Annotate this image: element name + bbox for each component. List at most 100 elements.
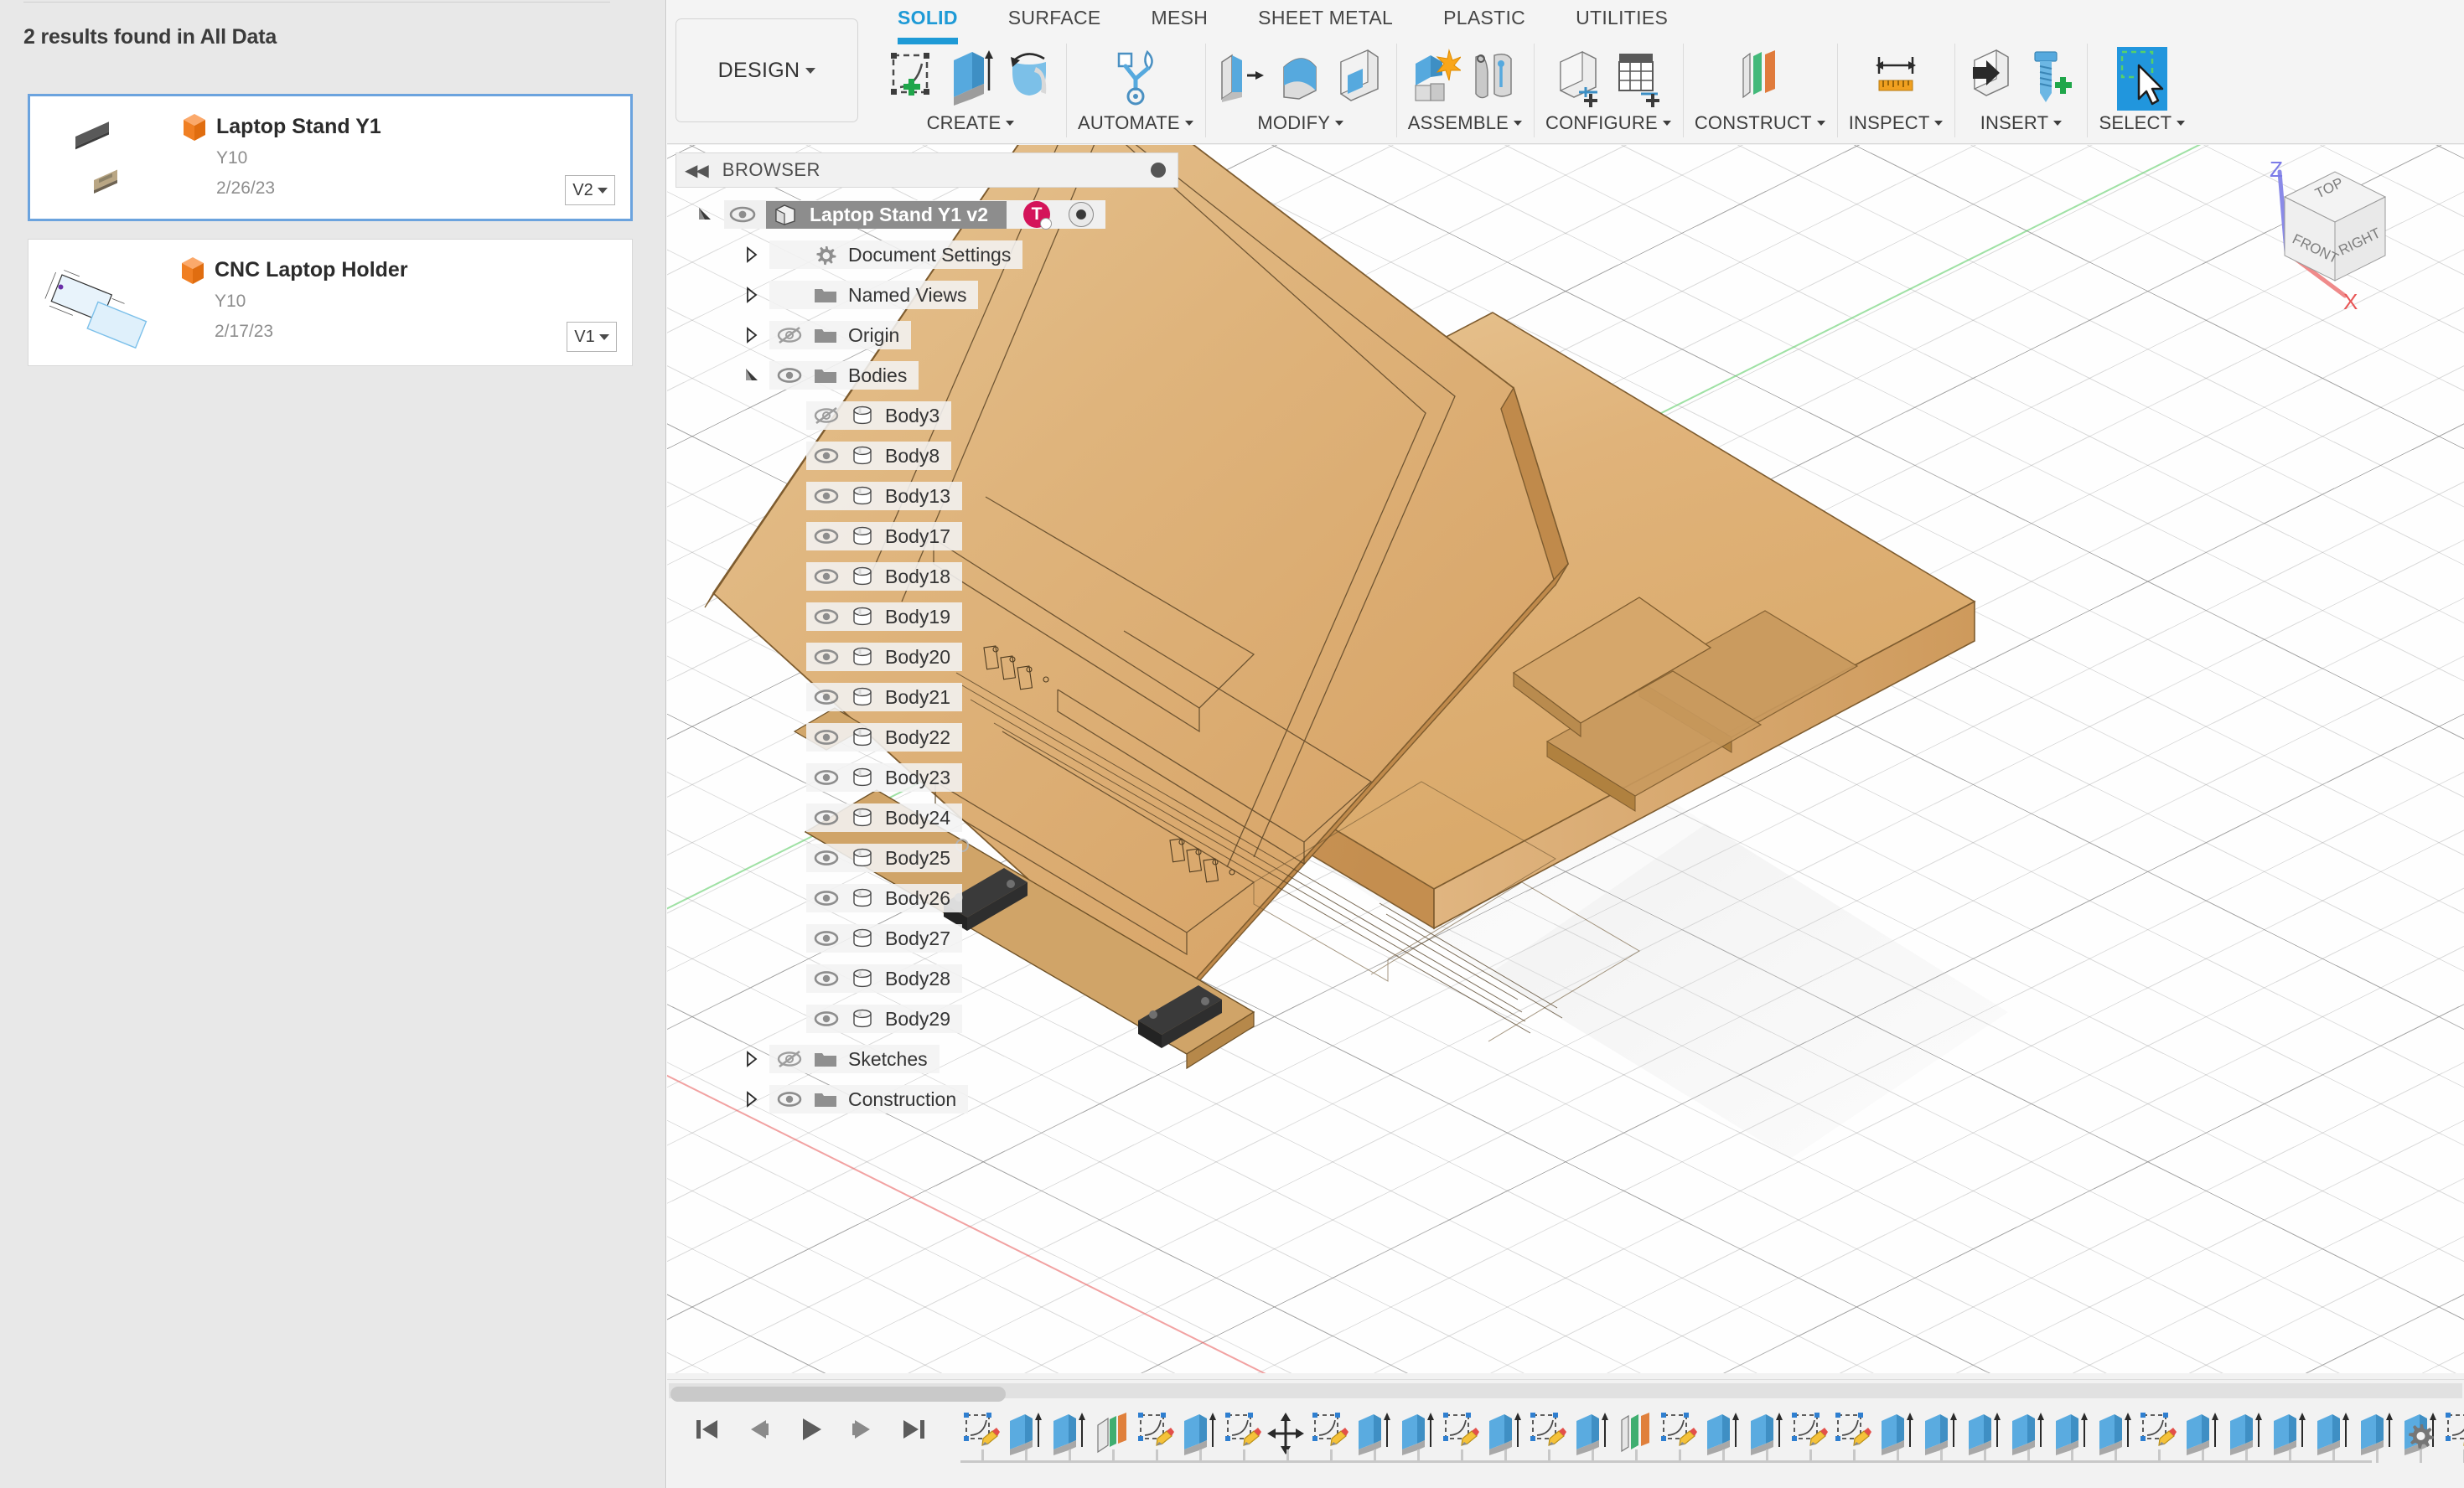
tree-row-chip[interactable]: Construction: [769, 1085, 969, 1113]
tree-row-chip[interactable]: Body22: [806, 723, 963, 752]
tree-row-chip[interactable]: Body23: [806, 763, 963, 792]
extrude-icon[interactable]: [945, 47, 996, 111]
step-back-button[interactable]: [744, 1415, 773, 1448]
shell-icon[interactable]: [1334, 47, 1385, 111]
timeline-feature-track[interactable]: [960, 1410, 2464, 1472]
visibility-eye-icon[interactable]: [813, 929, 840, 948]
search-result-card-laptop-stand-y1[interactable]: Laptop Stand Y1 Y10 2/26/23 V2: [28, 94, 633, 221]
new-component-icon[interactable]: [1411, 47, 1462, 111]
timeline-settings-gear-icon[interactable]: [2405, 1420, 2436, 1454]
visibility-eye-icon[interactable]: [813, 969, 840, 988]
press-pull-icon[interactable]: [1217, 47, 1267, 111]
timeline-scrollbar-track[interactable]: [669, 1383, 2462, 1402]
tree-row-chip[interactable]: Body29: [806, 1005, 963, 1033]
tab-mesh[interactable]: MESH: [1126, 0, 1234, 34]
tree-node-body3[interactable]: Body3: [667, 395, 1187, 436]
tree-row-chip[interactable]: Body17: [806, 522, 963, 550]
visibility-eye-icon[interactable]: [813, 527, 840, 545]
tree-row-chip[interactable]: Body3: [806, 401, 952, 430]
timeline-marker-badge[interactable]: T: [1023, 201, 1053, 230]
visibility-eye-icon[interactable]: [813, 809, 840, 827]
tree-node-body22[interactable]: Body22: [667, 717, 1187, 757]
tree-row-chip[interactable]: Body13: [806, 482, 963, 510]
root-component-row[interactable]: Laptop Stand Y1 v2: [766, 200, 1007, 229]
tree-node-document-settings[interactable]: Document Settings: [667, 235, 1187, 275]
visibility-eye-icon[interactable]: [729, 205, 756, 224]
insert-derive-icon[interactable]: [1966, 47, 2016, 111]
timeline-feature-sketch-34[interactable]: [2442, 1410, 2464, 1457]
tree-row-chip[interactable]: Sketches: [769, 1045, 940, 1073]
skip-to-end-button[interactable]: [900, 1415, 929, 1448]
tree-row-chip[interactable]: Body8: [806, 442, 952, 470]
twisty-collapsed-icon[interactable]: [743, 245, 761, 264]
activate-component-radio[interactable]: [1069, 202, 1095, 227]
play-button[interactable]: [796, 1415, 825, 1448]
tab-sheet-metal[interactable]: SHEET METAL: [1233, 0, 1418, 34]
ribbon-group-label-modify[interactable]: MODIFY: [1257, 112, 1344, 134]
tree-row-chip[interactable]: Origin: [769, 321, 912, 349]
tab-plastic[interactable]: PLASTIC: [1418, 0, 1550, 34]
ribbon-group-label-create[interactable]: CREATE: [927, 112, 1015, 134]
tree-node-named-views[interactable]: Named Views: [667, 275, 1187, 315]
tree-node-body20[interactable]: Body20: [667, 637, 1187, 677]
joint-icon[interactable]: [1469, 47, 1519, 111]
tree-row-chip[interactable]: Named Views: [769, 281, 979, 309]
tree-node-body17[interactable]: Body17: [667, 516, 1187, 556]
visibility-eye-off-icon[interactable]: [776, 326, 803, 344]
tree-node-body27[interactable]: Body27: [667, 918, 1187, 958]
ribbon-group-label-select[interactable]: SELECT: [2099, 112, 2186, 134]
visibility-eye-icon[interactable]: [776, 1090, 803, 1108]
visibility-eye-icon[interactable]: [813, 447, 840, 465]
tree-row-chip[interactable]: Body28: [806, 964, 963, 993]
visibility-eye-off-icon[interactable]: [776, 1050, 803, 1068]
twisty-expanded-icon[interactable]: [696, 205, 714, 224]
tree-node-root[interactable]: Laptop Stand Y1 v2 T: [667, 194, 1187, 235]
ribbon-group-label-automate[interactable]: AUTOMATE: [1078, 112, 1193, 134]
tree-node-sketches[interactable]: Sketches: [667, 1039, 1187, 1079]
browser-panel-header[interactable]: ◀◀ BROWSER: [676, 152, 1178, 188]
select-arrow-icon[interactable]: [2116, 47, 2167, 111]
tree-row-chip[interactable]: Body24: [806, 803, 963, 832]
twisty-expanded-icon[interactable]: [743, 366, 761, 385]
tab-solid[interactable]: SOLID: [872, 0, 983, 44]
version-selector[interactable]: V2: [565, 175, 615, 205]
tree-node-body26[interactable]: Body26: [667, 878, 1187, 918]
tree-node-body19[interactable]: Body19: [667, 597, 1187, 637]
visibility-eye-icon[interactable]: [813, 728, 840, 747]
tree-row-chip[interactable]: Body18: [806, 562, 963, 591]
browser-minimize-icon[interactable]: [1151, 163, 1166, 178]
configure-table-icon[interactable]: [1612, 47, 1663, 111]
visibility-eye-icon[interactable]: [813, 487, 840, 505]
visibility-eye-icon[interactable]: [813, 607, 840, 626]
tree-row-chip[interactable]: Bodies: [769, 361, 919, 390]
timeline-scrollbar-thumb[interactable]: [670, 1387, 1006, 1402]
version-selector[interactable]: V1: [567, 322, 617, 352]
visibility-eye-icon[interactable]: [813, 768, 840, 787]
tree-node-body8[interactable]: Body8: [667, 436, 1187, 476]
tree-node-body21[interactable]: Body21: [667, 677, 1187, 717]
offset-plane-icon[interactable]: [1735, 47, 1785, 111]
visibility-eye-icon[interactable]: [813, 648, 840, 666]
search-result-card-cnc-laptop-holder[interactable]: CNC Laptop Holder Y10 2/17/23 V1: [28, 239, 633, 366]
automate-icon[interactable]: [1110, 47, 1161, 111]
twisty-collapsed-icon[interactable]: [743, 1050, 761, 1068]
tree-row-chip[interactable]: Body19: [806, 602, 963, 631]
twisty-collapsed-icon[interactable]: [743, 1090, 761, 1108]
create-sketch-icon[interactable]: [887, 47, 937, 111]
twisty-collapsed-icon[interactable]: [743, 286, 761, 304]
tree-row-chip[interactable]: Body21: [806, 683, 963, 711]
tree-node-construction[interactable]: Construction: [667, 1079, 1187, 1119]
tree-row-chip[interactable]: Body26: [806, 884, 963, 912]
tree-node-body24[interactable]: Body24: [667, 798, 1187, 838]
revolve-icon[interactable]: [1004, 47, 1054, 111]
tree-row-chip[interactable]: Body27: [806, 924, 963, 953]
tree-node-body28[interactable]: Body28: [667, 958, 1187, 999]
ribbon-group-label-inspect[interactable]: INSPECT: [1849, 112, 1944, 134]
skip-to-start-button[interactable]: [692, 1415, 721, 1448]
tree-row-chip[interactable]: Body25: [806, 844, 963, 872]
visibility-eye-icon[interactable]: [813, 567, 840, 586]
tab-utilities[interactable]: UTILITIES: [1550, 0, 1693, 34]
ribbon-group-label-insert[interactable]: INSERT: [1980, 112, 2063, 134]
tab-surface[interactable]: SURFACE: [983, 0, 1126, 34]
tree-node-body29[interactable]: Body29: [667, 999, 1187, 1039]
